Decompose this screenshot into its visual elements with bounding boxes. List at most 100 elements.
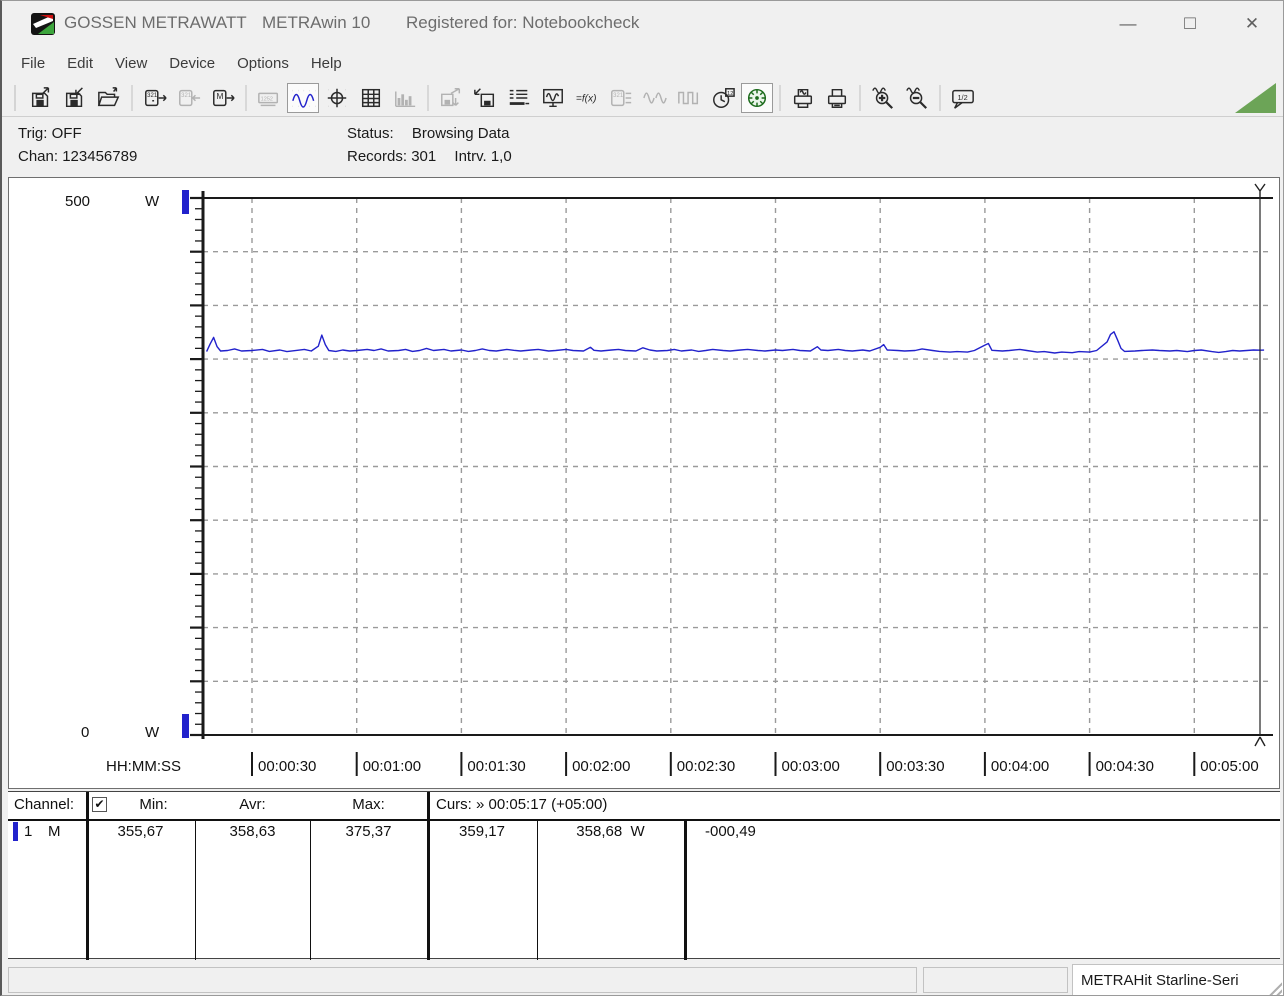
channel-table: Channel: ✔ Min: Avr: Max: Curs: » 00:05:… [8,791,1280,960]
x-tick-label: 00:03:00 [782,758,840,775]
chart-canvas[interactable]: 00:00:30 00:01:00 00:01:30 00:02:00 00:02:30… [9,178,1279,788]
y-axis-min-label: 0 [81,724,90,741]
x-tick [774,752,777,776]
menu-item-options[interactable]: Options [226,51,300,76]
write-device-321-button: 321 [173,83,205,113]
menu-item-device[interactable]: Device [158,51,226,76]
xy-scope-view-button[interactable] [321,83,353,113]
maximize-button[interactable]: □ [1159,1,1221,46]
export-data-button [435,83,467,113]
power-trace [205,331,1265,354]
save-file-button[interactable] [25,83,57,113]
device-config-button: 321 [605,83,637,113]
x-tick-label: 00:00:30 [258,758,316,775]
x-tick-label: 00:01:00 [363,758,421,775]
header-cursor: Curs: » 00:05:17 (+05:00) [436,796,608,813]
channels-value: 123456789 [62,148,138,165]
x-tick [251,752,253,776]
print-button[interactable] [821,83,853,113]
x-tick-label: 00:02:00 [572,758,630,775]
chart-panel: 00:00:30 00:01:00 00:01:30 00:02:00 00:02:30… [8,177,1280,789]
browse-status-value: Browsing Data [411,125,510,142]
interval-timer-button[interactable] [741,83,773,113]
svg-text:321: 321 [147,93,158,99]
read-device-321-button[interactable]: 321 [139,83,171,113]
print-preview-button[interactable] [787,83,819,113]
analog-signal-button [639,83,671,113]
read-device-memory-button[interactable]: M [207,83,239,113]
title-brand: GOSSEN METRAWATT [64,13,247,32]
column-divider [86,792,89,960]
y-axis-unit-bottom: W [145,724,160,741]
zoom-in-button[interactable] [867,83,899,113]
statistics-view-button [389,83,421,113]
toolbar-grip [14,85,16,111]
x-tick-label: 00:01:30 [467,758,525,775]
x-tick [460,752,463,776]
min-value: 355,67 [117,823,164,840]
menu-bar: File Edit View Device Options Help [2,46,1283,80]
device-settings-button[interactable] [503,83,535,113]
header-max: Max: [352,796,385,813]
table-view-button[interactable] [355,83,387,113]
statusbar-panel-secondary [923,967,1068,993]
channels-status: Chan: 123456789 [18,148,138,165]
records-value: 301 [411,148,437,165]
toolbar-separator [245,85,247,111]
chart-view-button[interactable] [287,83,319,113]
formula-button[interactable]: =f(x) [571,83,603,113]
cursor-line[interactable] [1254,183,1266,747]
x-tick [879,752,882,776]
x-tick-label: 00:05:00 [1200,758,1258,775]
menu-item-file[interactable]: File [10,51,56,76]
cursor-b-value: 358,68 W [537,823,684,840]
x-tick [1193,752,1196,776]
menu-item-edit[interactable]: Edit [56,51,104,76]
trigger-status: Trig: OFF [18,125,82,142]
app-logo-icon [30,10,57,37]
channel-marker-top [182,190,189,214]
channel-visibility-checkbox[interactable]: ✔ [92,797,107,812]
x-tick [565,752,568,776]
annotation-button[interactable]: 1/2 [947,83,979,113]
records-status: Records: 301 Intrv. 1,0 [347,148,512,165]
save-as-button[interactable] [59,83,91,113]
avr-value: 358,63 [229,823,276,840]
column-divider [684,821,687,960]
toolbar-separator [131,85,133,111]
column-divider [427,792,430,960]
zoom-out-button[interactable] [901,83,933,113]
measurement-info-panel: Trig: OFF Chan: 123456789 Status: Browsi… [2,117,1283,177]
channel-number: 1 [24,823,33,840]
menu-item-help[interactable]: Help [300,51,353,76]
title-registered: Registered for: Notebookcheck [406,13,640,32]
y-axis-max-label: 500 [65,193,91,210]
open-file-button[interactable] [93,83,125,113]
svg-text:=f(x): =f(x) [576,94,597,105]
import-data-button[interactable] [469,83,501,113]
svg-text:12: 12 [727,91,733,97]
delta-value: -000,49 [705,823,756,840]
browse-status: Status: Browsing Data [347,125,510,142]
svg-text:1/2: 1/2 [957,93,967,102]
svg-text:1252: 1252 [261,96,273,102]
online-monitor-button[interactable] [537,83,569,113]
toolbar-separator [427,85,429,111]
menu-item-view[interactable]: View [104,51,158,76]
channel-color-marker [13,822,18,841]
app-window: GOSSEN METRAWATT METRAwin 10 Registered … [0,0,1284,996]
cursor-b-number: 358,68 [576,823,623,840]
minimize-button[interactable]: — [1097,1,1159,46]
toolbar: 321 321 M 1252 =f(x) 321 12 1/2 [2,80,1283,117]
window-controls: — □ ✕ [1097,1,1283,46]
trigger-value: OFF [51,125,82,142]
x-tick-label: 00:04:00 [991,758,1049,775]
time-settings-button[interactable]: 12 [707,83,739,113]
y-axis-unit-top: W [145,193,160,210]
close-button[interactable]: ✕ [1221,1,1283,46]
channel-marker-bottom [182,714,189,738]
x-tick-label: 00:03:30 [886,758,944,775]
svg-text:321: 321 [613,93,624,99]
x-tick [355,752,358,776]
channel-mode: M [48,823,61,840]
